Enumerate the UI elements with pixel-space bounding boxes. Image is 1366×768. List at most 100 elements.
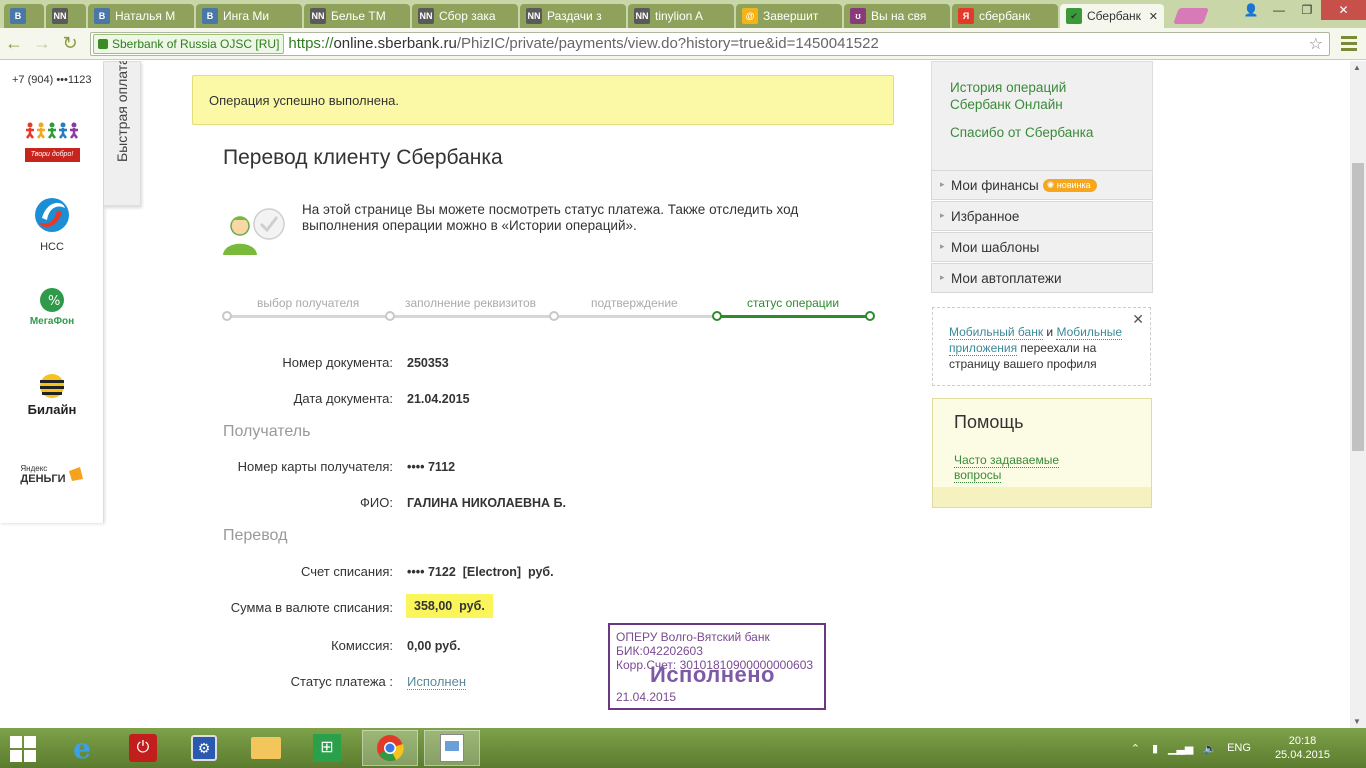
tab-favicon-icon: B <box>94 8 110 24</box>
mobile-notice: ✕ Мобильный банк и Мобильные приложения … <box>932 307 1151 386</box>
tab-favicon-icon: NN <box>310 8 326 24</box>
browser-tab[interactable]: @ Завершит <box>736 4 842 28</box>
browser-tab[interactable]: NN <box>46 4 86 28</box>
paint-taskbar-icon[interactable] <box>424 730 480 766</box>
clock-date: 25.04.2015 <box>1274 749 1330 761</box>
windows-start-icon[interactable] <box>10 736 36 762</box>
new-badge: ✺ новинка <box>1042 179 1097 192</box>
card-number-label: Номер карты получателя: <box>237 459 393 474</box>
step-dot-4 <box>712 311 722 321</box>
scroll-up-icon[interactable]: ▲ <box>1353 63 1361 72</box>
tab-favicon-icon: NN <box>526 8 542 24</box>
stamp-date: 21.04.2015 <box>616 690 677 704</box>
minimize-button[interactable]: — <box>1265 0 1293 20</box>
lock-icon <box>98 38 108 49</box>
amount-label: Сумма в валюте списания: <box>230 600 393 615</box>
browser-tab[interactable]: NN Раздачи з <box>520 4 626 28</box>
help-title: Помощь <box>954 412 1024 432</box>
browser-tab[interactable]: NN tinylion A <box>628 4 734 28</box>
browser-tab[interactable]: ʊ Вы на свя <box>844 4 950 28</box>
browser-tab[interactable]: B <box>4 4 44 28</box>
ev-certificate-badge[interactable]: Sberbank of Russia OJSC [RU] <box>93 33 285 54</box>
menu-templates[interactable]: Мои шаблоны <box>931 232 1153 262</box>
charity-provider[interactable]: Твори добро! <box>0 121 104 162</box>
tab-close-icon[interactable]: ✕ <box>1145 10 1158 23</box>
status-link[interactable]: Исполнен <box>407 674 467 690</box>
mobile-bank-link[interactable]: Мобильный банк <box>949 325 1044 340</box>
restore-button[interactable]: ❐ <box>1293 0 1321 20</box>
thanks-link[interactable]: Спасибо от Сбербанка <box>950 125 1093 140</box>
status-label: Статус платежа : <box>290 674 393 689</box>
menu-favorites[interactable]: Избранное <box>931 201 1153 231</box>
explorer-taskbar-icon[interactable] <box>238 730 294 766</box>
doc-date-value: 21.04.2015 <box>407 392 470 406</box>
window-controls: 👤 — ❐ ✕ <box>1237 0 1366 20</box>
dengi-caption: ДЕНЬГИ <box>20 473 66 485</box>
browser-tab[interactable]: B Инга Ми <box>196 4 302 28</box>
signal-icon[interactable]: ▁▃▅ <box>1168 742 1193 755</box>
cert-label: Sberbank of Russia OJSC [RU] <box>112 36 280 51</box>
menu-my-finances-label: Мои финансы <box>951 178 1039 193</box>
chrome-menu-icon[interactable] <box>1336 36 1362 51</box>
back-icon[interactable]: ← <box>0 30 28 58</box>
power-taskbar-icon[interactable]: ⏻ <box>115 730 171 766</box>
forward-icon[interactable]: → <box>28 30 56 58</box>
close-icon[interactable]: ✕ <box>1132 311 1144 327</box>
new-tab-button[interactable] <box>1173 8 1209 24</box>
url-path: /PhizIC/private/payments/view.do?history… <box>456 35 879 52</box>
tab-favicon-icon: NN <box>634 8 650 24</box>
clock[interactable]: 20:18 25.04.2015 <box>1275 734 1330 762</box>
beeline-logo-icon <box>40 374 64 398</box>
faq-link[interactable]: Часто задаваемые вопросы <box>954 453 1084 483</box>
fee-label: Комиссия: <box>331 638 393 653</box>
transfer-section-title: Перевод <box>223 527 288 544</box>
megafon-provider[interactable]: % МегаФон <box>0 287 104 327</box>
history-link[interactable]: История операций Сбербанк Онлайн <box>950 79 1090 113</box>
nss-logo-icon <box>35 198 69 232</box>
battery-icon[interactable]: ▮ <box>1152 742 1158 755</box>
browser-tab[interactable]: Ясбербанк <box>952 4 1058 28</box>
user-icon[interactable]: 👤 <box>1237 0 1265 20</box>
close-window-button[interactable]: ✕ <box>1321 0 1366 20</box>
browser-tab[interactable]: B Наталья М <box>88 4 194 28</box>
browser-tab[interactable]: ✔ Сбербанк ✕ <box>1060 4 1164 28</box>
tab-title: Завершит <box>763 9 819 23</box>
tab-favicon-icon: B <box>202 8 218 24</box>
tab-favicon-icon: NN <box>52 8 68 24</box>
volume-icon[interactable]: 🔈 <box>1203 742 1217 755</box>
browser-tab[interactable]: NN Белье ТМ <box>304 4 410 28</box>
vertical-scrollbar[interactable]: ▲ ▼ <box>1350 61 1366 728</box>
tray-expand-icon[interactable]: ⌃ <box>1131 742 1140 755</box>
help-box: Помощь Часто задаваемые вопросы <box>932 398 1152 508</box>
yandex-money-provider[interactable]: Яндекс ДЕНЬГИ <box>0 464 104 485</box>
success-message: Операция успешно выполнена. <box>192 75 894 125</box>
tab-title: Наталья М <box>115 9 176 23</box>
address-bar[interactable]: Sberbank of Russia OJSC [RU] https:// on… <box>90 31 1330 56</box>
store-taskbar-icon[interactable]: ⊞ <box>299 730 355 766</box>
tab-strip: B NN B Наталья М B Инга Ми NN Белье ТМ NN Сбор за… <box>0 0 1366 28</box>
nss-provider[interactable]: НСС <box>0 194 104 253</box>
progress-steps: выбор получателя заполнение реквизитов п… <box>222 296 878 326</box>
menu-autopayments[interactable]: Мои автоплатежи <box>931 263 1153 293</box>
settings-taskbar-icon[interactable]: ⚙ <box>176 730 232 766</box>
browser-tab[interactable]: NN Сбор зака <box>412 4 518 28</box>
wallet-icon <box>68 467 83 481</box>
chrome-taskbar-icon[interactable] <box>362 730 418 766</box>
step-dot-5 <box>865 311 875 321</box>
windows-taskbar: e ⏻ ⚙ ⊞ ⌃ ▮ ▁▃▅ 🔈 ENG 20:18 25.04.2015 <box>0 728 1366 768</box>
clock-time: 20:18 <box>1288 735 1317 747</box>
doc-date-label: Дата документа: <box>293 391 393 406</box>
reload-icon[interactable]: ↻ <box>56 30 84 58</box>
scroll-thumb[interactable] <box>1352 163 1364 451</box>
step-dot-3 <box>549 311 559 321</box>
language-indicator[interactable]: ENG <box>1227 742 1251 754</box>
scroll-down-icon[interactable]: ▼ <box>1353 717 1361 726</box>
step-label-status: статус операции <box>747 296 840 310</box>
ie-taskbar-icon[interactable]: e <box>54 730 110 766</box>
people-icon <box>26 122 78 139</box>
quick-pay-tab[interactable]: Быстрая оплата <box>104 61 141 206</box>
account-label: Счет списания: <box>300 564 393 579</box>
menu-my-finances[interactable]: Мои финансы✺ новинка <box>931 170 1153 200</box>
bookmark-star-icon[interactable]: ☆ <box>1309 34 1323 54</box>
beeline-provider[interactable]: Билайн <box>0 373 104 417</box>
